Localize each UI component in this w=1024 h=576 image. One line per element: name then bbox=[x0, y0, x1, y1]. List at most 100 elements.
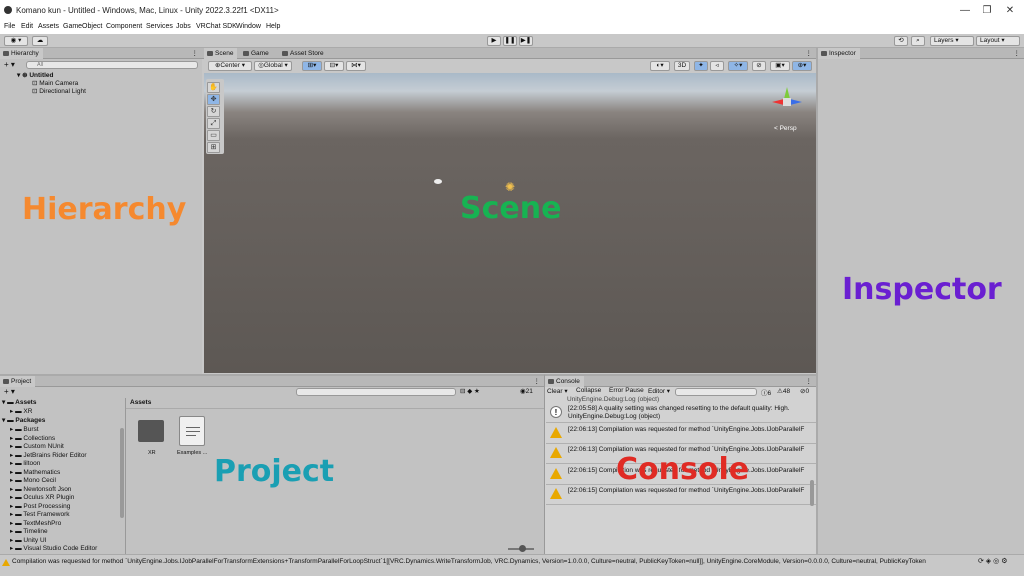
hierarchy-item-directional-light[interactable]: ⊡ Directional Light bbox=[32, 87, 86, 95]
transform-tool[interactable]: ⊞ bbox=[207, 142, 220, 153]
close-button[interactable]: ✕ bbox=[999, 4, 1021, 18]
persp-label[interactable]: < Persp bbox=[774, 125, 797, 132]
grid-toggle[interactable]: ⊞▾ bbox=[302, 61, 322, 71]
console-entry[interactable]: [22:06:13] Compilation was requested for… bbox=[546, 424, 816, 444]
console-entry[interactable]: ! [22:05:58] A quality setting was change… bbox=[546, 403, 816, 423]
menu-assets[interactable]: Assets bbox=[38, 23, 59, 30]
maximize-button[interactable]: ❐ bbox=[976, 4, 998, 18]
create-asset-button[interactable]: + ▾ bbox=[4, 387, 15, 396]
tree-package-item[interactable]: ▸ ▬ liltoon bbox=[10, 459, 40, 467]
hierarchy-item-main-camera[interactable]: ⊡ Main Camera bbox=[32, 79, 78, 87]
console-scrollbar[interactable] bbox=[810, 480, 814, 506]
layers-dropdown[interactable]: Layers ▾ bbox=[930, 36, 974, 46]
menu-file[interactable]: File bbox=[4, 23, 15, 30]
tree-package-item[interactable]: ▸ ▬ Collections bbox=[10, 434, 55, 442]
tree-package-item[interactable]: ▸ ▬ Newtonsoft Json bbox=[10, 485, 71, 493]
scene-viewport[interactable]: ✺ < Persp ✋ ✥ ↻ ⤢ ▭ ⊞ Scene bbox=[204, 73, 816, 373]
tree-package-item[interactable]: ▸ ▬ TextMeshPro bbox=[10, 519, 61, 527]
tab-console[interactable]: Console bbox=[545, 376, 584, 387]
menu-gameobject[interactable]: GameObject bbox=[63, 23, 102, 30]
console-entry[interactable]: [22:06:15] Compilation was requested for… bbox=[546, 485, 816, 505]
error-count[interactable]: ⊘0 bbox=[800, 387, 809, 395]
tree-package-item[interactable]: ▸ ▬ Burst bbox=[10, 425, 39, 433]
tree-package-item[interactable]: ▸ ▬ Mono Cecil bbox=[10, 476, 56, 484]
scale-tool[interactable]: ⤢ bbox=[207, 118, 220, 129]
hand-tool[interactable]: ✋ bbox=[207, 82, 220, 93]
inspector-more-icon[interactable]: ⋮ bbox=[1014, 49, 1021, 57]
tab-hierarchy[interactable]: Hierarchy bbox=[0, 48, 43, 59]
document-icon[interactable] bbox=[179, 416, 205, 446]
console-more-icon[interactable]: ⋮ bbox=[806, 377, 813, 385]
orientation-gizmo[interactable] bbox=[770, 83, 806, 119]
menu-services[interactable]: Services bbox=[146, 23, 173, 30]
step-button[interactable]: ▶❚ bbox=[519, 36, 533, 46]
project-search-input[interactable] bbox=[296, 388, 456, 396]
tree-package-item[interactable]: ▸ ▬ JetBrains Rider Editor bbox=[10, 451, 87, 459]
tab-game[interactable]: Game bbox=[240, 48, 273, 59]
scene-more-icon[interactable]: ⋮ bbox=[806, 49, 813, 57]
warn-count[interactable]: ⚠48 bbox=[777, 387, 790, 395]
layout-dropdown[interactable]: Layout ▾ bbox=[976, 36, 1020, 46]
console-search-input[interactable] bbox=[675, 388, 757, 396]
camera-dropdown[interactable]: ▣▾ bbox=[770, 61, 790, 71]
toggle-2d-button[interactable]: 3D bbox=[674, 61, 690, 71]
camera-gizmo-icon[interactable] bbox=[434, 179, 442, 184]
tree-package-item[interactable]: ▸ ▬ Visual Studio Code Editor bbox=[10, 544, 97, 552]
menu-vrchat-sdk[interactable]: VRChat SDK bbox=[196, 23, 237, 30]
menu-window[interactable]: Window bbox=[236, 23, 261, 30]
tree-package-item[interactable]: ▸ ▬ Mathematics bbox=[10, 468, 60, 476]
error-pause-button[interactable]: Error Pause bbox=[609, 387, 644, 394]
menu-jobs[interactable]: Jobs bbox=[176, 23, 191, 30]
tree-packages[interactable]: ▾ ▬ Packages bbox=[2, 416, 45, 424]
menu-help[interactable]: Help bbox=[266, 23, 280, 30]
history-icon[interactable]: ⟲ bbox=[894, 36, 908, 46]
status-icons[interactable]: ⟳ ◈ ◎ ⚙ bbox=[978, 557, 1007, 565]
collapse-button[interactable]: Collapse bbox=[576, 387, 601, 394]
project-filter-icons[interactable]: ⊟ ◆ ★ bbox=[460, 387, 480, 395]
lighting-icon[interactable]: ✦ bbox=[694, 61, 708, 71]
play-button[interactable]: ▶ bbox=[487, 36, 501, 46]
tree-package-item[interactable]: ▸ ▬ Unity UI bbox=[10, 536, 47, 544]
tab-project[interactable]: Project bbox=[0, 376, 36, 387]
tab-scene[interactable]: Scene bbox=[204, 48, 238, 59]
tree-package-item[interactable]: ▸ ▬ Custom NUnit bbox=[10, 442, 64, 450]
clear-button[interactable]: Clear ▾ bbox=[547, 387, 568, 395]
shading-dropdown[interactable]: ◐▾ bbox=[650, 61, 670, 71]
tree-package-item[interactable]: ▸ ▬ Post Processing bbox=[10, 502, 70, 510]
gizmos-dropdown[interactable]: ⊕▾ bbox=[792, 61, 812, 71]
tab-asset-store[interactable]: Asset Store bbox=[279, 48, 328, 59]
zoom-slider-thumb[interactable] bbox=[519, 545, 526, 552]
info-count[interactable]: ⓘ6 bbox=[761, 387, 771, 397]
project-more-icon[interactable]: ⋮ bbox=[534, 377, 541, 385]
tree-xr[interactable]: ▸ ▬ XR bbox=[10, 407, 32, 415]
tree-package-item[interactable]: ▸ ▬ Test Framework bbox=[10, 510, 70, 518]
hierarchy-search-input[interactable]: All bbox=[26, 61, 198, 69]
minimize-button[interactable]: — bbox=[954, 4, 976, 18]
tree-package-item[interactable]: ▸ ▬ Timeline bbox=[10, 527, 48, 535]
tree-package-item[interactable]: ▸ ▬ Oculus XR Plugin bbox=[10, 493, 74, 501]
tab-inspector[interactable]: Inspector bbox=[818, 48, 860, 59]
audio-icon[interactable]: ◃ bbox=[710, 61, 724, 71]
space-dropdown[interactable]: ◎Global ▾ bbox=[254, 61, 292, 71]
snap-toggle[interactable]: ⊟▾ bbox=[324, 61, 344, 71]
editor-dropdown[interactable]: Editor ▾ bbox=[648, 387, 670, 395]
rect-tool[interactable]: ▭ bbox=[207, 130, 220, 141]
add-object-button[interactable]: + ▾ bbox=[4, 60, 15, 69]
hidden-objects-icon[interactable]: ⊘ bbox=[752, 61, 766, 71]
status-message[interactable]: Compilation was requested for method `Un… bbox=[12, 558, 962, 565]
rotate-tool[interactable]: ↻ bbox=[207, 106, 220, 117]
tree-assets[interactable]: ▾ ▬ Assets bbox=[2, 398, 36, 406]
move-tool[interactable]: ✥ bbox=[207, 94, 220, 105]
more-icon[interactable]: ⋮ bbox=[192, 49, 199, 57]
project-breadcrumb[interactable]: Assets bbox=[130, 399, 151, 406]
pause-button[interactable]: ❚❚ bbox=[503, 36, 517, 46]
scene-root-item[interactable]: ▾ ⊛ Untitled bbox=[17, 71, 54, 79]
menu-edit[interactable]: Edit bbox=[21, 23, 33, 30]
pivot-dropdown[interactable]: ⊕Center ▾ bbox=[208, 61, 252, 71]
search-icon[interactable]: ⌕ bbox=[911, 36, 925, 46]
cloud-icon[interactable]: ☁ bbox=[32, 36, 48, 46]
tree-scrollbar[interactable] bbox=[120, 428, 124, 518]
account-button[interactable]: ◉ ▾ bbox=[4, 36, 28, 46]
increment-snap[interactable]: ⋈▾ bbox=[346, 61, 366, 71]
xr-folder-icon[interactable] bbox=[138, 420, 164, 442]
